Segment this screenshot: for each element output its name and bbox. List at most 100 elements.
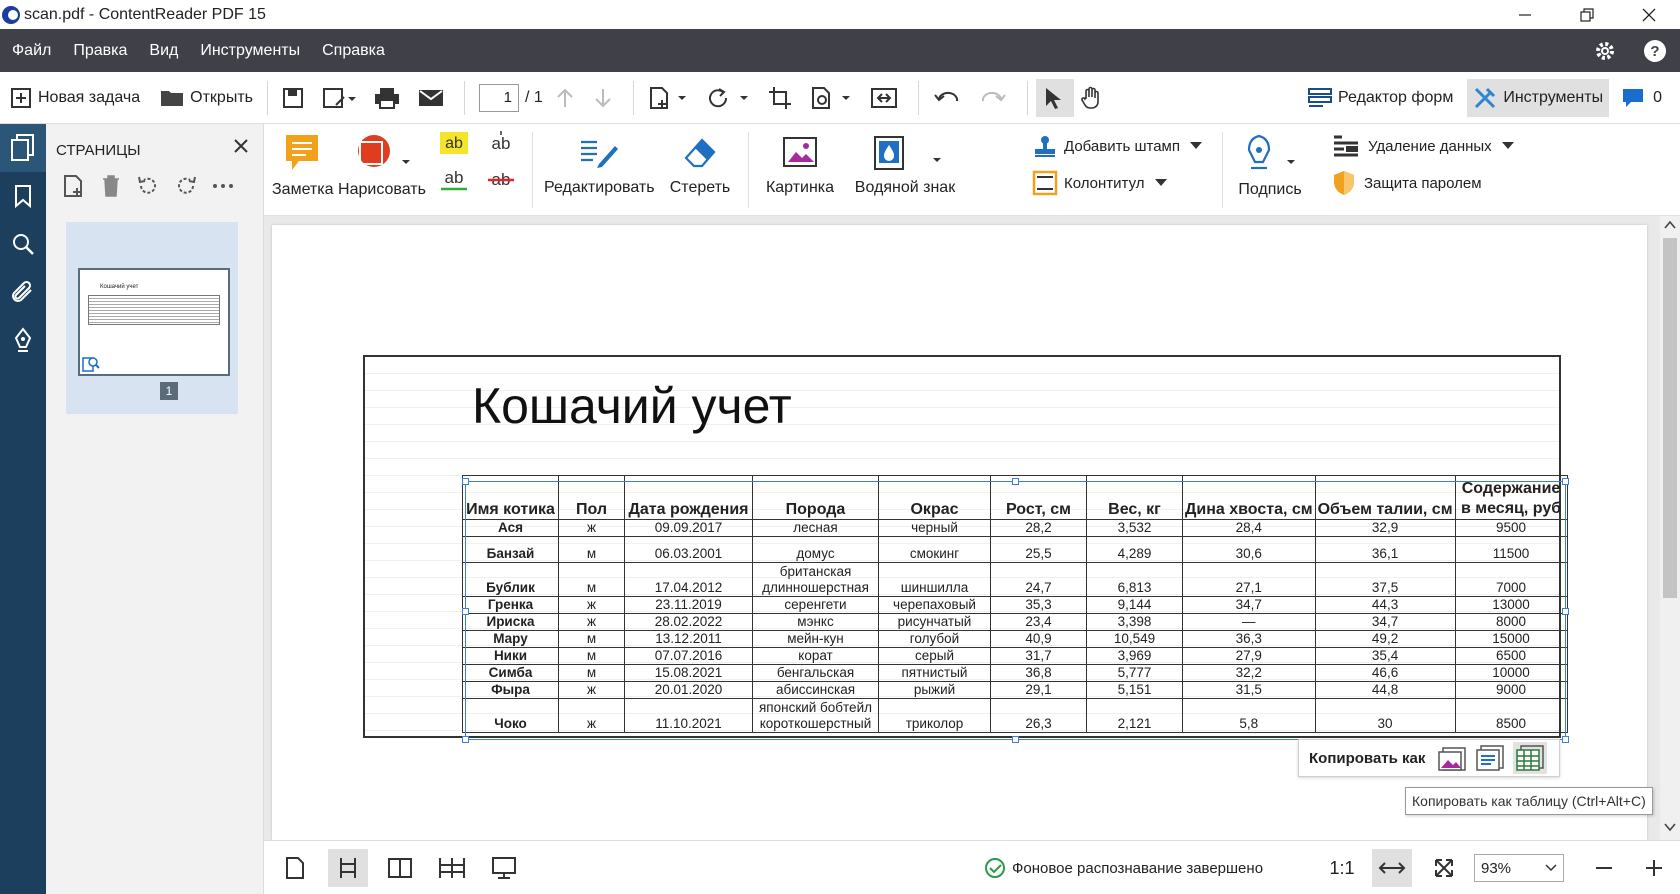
save-icon [282,87,304,109]
tools-ribbon: Заметка Нарисовать ab ab ab ab Редактиро… [264,124,1680,216]
email-button[interactable] [412,79,456,117]
scrollbar-thumb[interactable] [1663,238,1677,598]
highlight-text-button[interactable]: ab [439,130,469,161]
save-button[interactable] [276,79,316,117]
tools-button[interactable]: Инструменты [1467,78,1610,117]
watermark-icon [865,134,945,170]
erase-label: Стереть [669,179,731,196]
table-selection-box[interactable] [465,481,1566,740]
selection-handle[interactable] [462,736,469,743]
single-page-view-button[interactable] [278,849,312,887]
two-page-scroll-button[interactable] [432,849,472,887]
next-page-button[interactable] [587,79,625,117]
signatures-tab[interactable] [0,316,46,364]
selection-handle[interactable] [462,608,469,615]
menu-view[interactable]: Вид [149,42,178,60]
copy-as-table-icon[interactable] [1513,742,1548,774]
fit-page-icon [1433,857,1455,879]
erase-button[interactable]: Стереть [664,134,736,197]
menu-file[interactable]: Файл [12,42,51,60]
print-button[interactable] [368,79,412,117]
draw-button[interactable]: Нарисовать [338,134,426,199]
selection-handle[interactable] [462,478,469,485]
add-stamp-button[interactable]: Добавить штамп [1032,134,1202,158]
add-page-button[interactable] [642,79,700,117]
hand-tool-button[interactable] [1074,79,1116,117]
comments-button[interactable]: 0 [1615,79,1668,117]
scroll-view-button[interactable] [328,849,368,887]
crop-button[interactable] [762,79,804,117]
edit-button[interactable]: Редактировать [544,134,655,197]
undo-button[interactable] [927,79,973,117]
rotate-right-icon[interactable] [174,174,198,198]
actual-size-button[interactable]: 1:1 [1324,849,1360,887]
selection-handle[interactable] [1012,736,1019,743]
save-as-button[interactable] [316,79,368,117]
copy-as-text-icon[interactable] [1475,744,1505,772]
vertical-scrollbar[interactable] [1660,216,1680,840]
edit-text-icon [579,134,619,170]
bookmarks-tab[interactable] [0,172,46,220]
add-page-icon [648,86,688,110]
fit-page-button[interactable] [1424,849,1464,887]
search-tab[interactable] [0,220,46,268]
minimize-button[interactable] [1494,0,1556,29]
more-options-icon[interactable] [212,174,234,198]
menu-tools[interactable]: Инструменты [200,42,300,60]
copy-as-image-icon[interactable] [1437,744,1467,772]
two-page-view-button[interactable] [380,849,420,887]
toolbar-separator [632,80,634,115]
fit-width-button[interactable] [1372,849,1412,887]
page-thumbnail[interactable]: Кошачий учет [78,268,230,376]
compare-button[interactable] [864,79,910,117]
header-footer-label: Колонтитул [1064,174,1145,192]
scroll-down-icon[interactable] [1664,822,1676,832]
note-button[interactable]: Заметка [272,134,334,199]
insert-text-button[interactable]: ab [486,130,516,161]
password-protect-button[interactable]: Защита паролем [1332,170,1482,196]
trash-icon[interactable] [100,174,122,198]
recognize-button[interactable] [804,79,864,117]
selection-handle[interactable] [1012,478,1019,485]
zoom-in-button[interactable] [1636,849,1672,887]
select-tool-button[interactable] [1035,78,1074,117]
previous-page-button[interactable] [549,79,587,117]
title-bar: scan.pdf - ContentReader PDF 15 [0,0,1680,29]
attachments-tab[interactable] [0,268,46,316]
strikeout-text-button[interactable]: ab [486,166,516,197]
page-number-input[interactable]: 1 [478,83,519,112]
header-footer-button[interactable]: Колонтитул [1032,170,1167,196]
redo-button[interactable] [973,79,1019,117]
new-task-button[interactable]: Новая задача [4,79,146,117]
form-icon [1308,87,1333,109]
restore-button[interactable] [1556,0,1618,29]
add-page-icon[interactable] [62,174,86,198]
redo-icon [979,87,1007,109]
watermark-button[interactable]: Водяной знак [850,134,960,197]
selection-handle[interactable] [1562,736,1569,743]
settings-gear-icon[interactable] [1580,39,1630,63]
rotate-button[interactable] [700,79,762,117]
redaction-button[interactable]: Удаление данных [1332,134,1514,158]
pages-panel-tab[interactable] [0,124,46,172]
selection-handle[interactable] [1562,608,1569,615]
forms-editor-button[interactable]: Редактор форм [1302,79,1459,117]
scroll-up-icon[interactable] [1664,220,1676,230]
zoom-select[interactable]: 93% [1474,854,1564,882]
selection-handle[interactable] [1562,478,1569,485]
presentation-mode-button[interactable] [484,849,524,887]
signature-button[interactable]: Подпись [1230,134,1310,199]
page-thumbnail-item[interactable]: Кошачий учет 1 [66,222,238,414]
image-button[interactable]: Картинка [760,134,840,197]
menu-edit[interactable]: Правка [73,42,127,60]
rotate-left-icon[interactable] [136,174,160,198]
close-window-button[interactable] [1618,0,1680,29]
close-icon[interactable] [233,138,249,154]
underline-text-button[interactable]: ab [439,166,469,197]
zoom-out-button[interactable] [1586,849,1622,887]
recognition-status: Фоновое распознавание завершено [984,849,1263,887]
help-icon[interactable]: ? [1630,39,1680,63]
thumbnail-title: Кошачий учет [100,284,139,290]
menu-help[interactable]: Справка [322,42,385,60]
open-button[interactable]: Открыть [154,79,259,117]
